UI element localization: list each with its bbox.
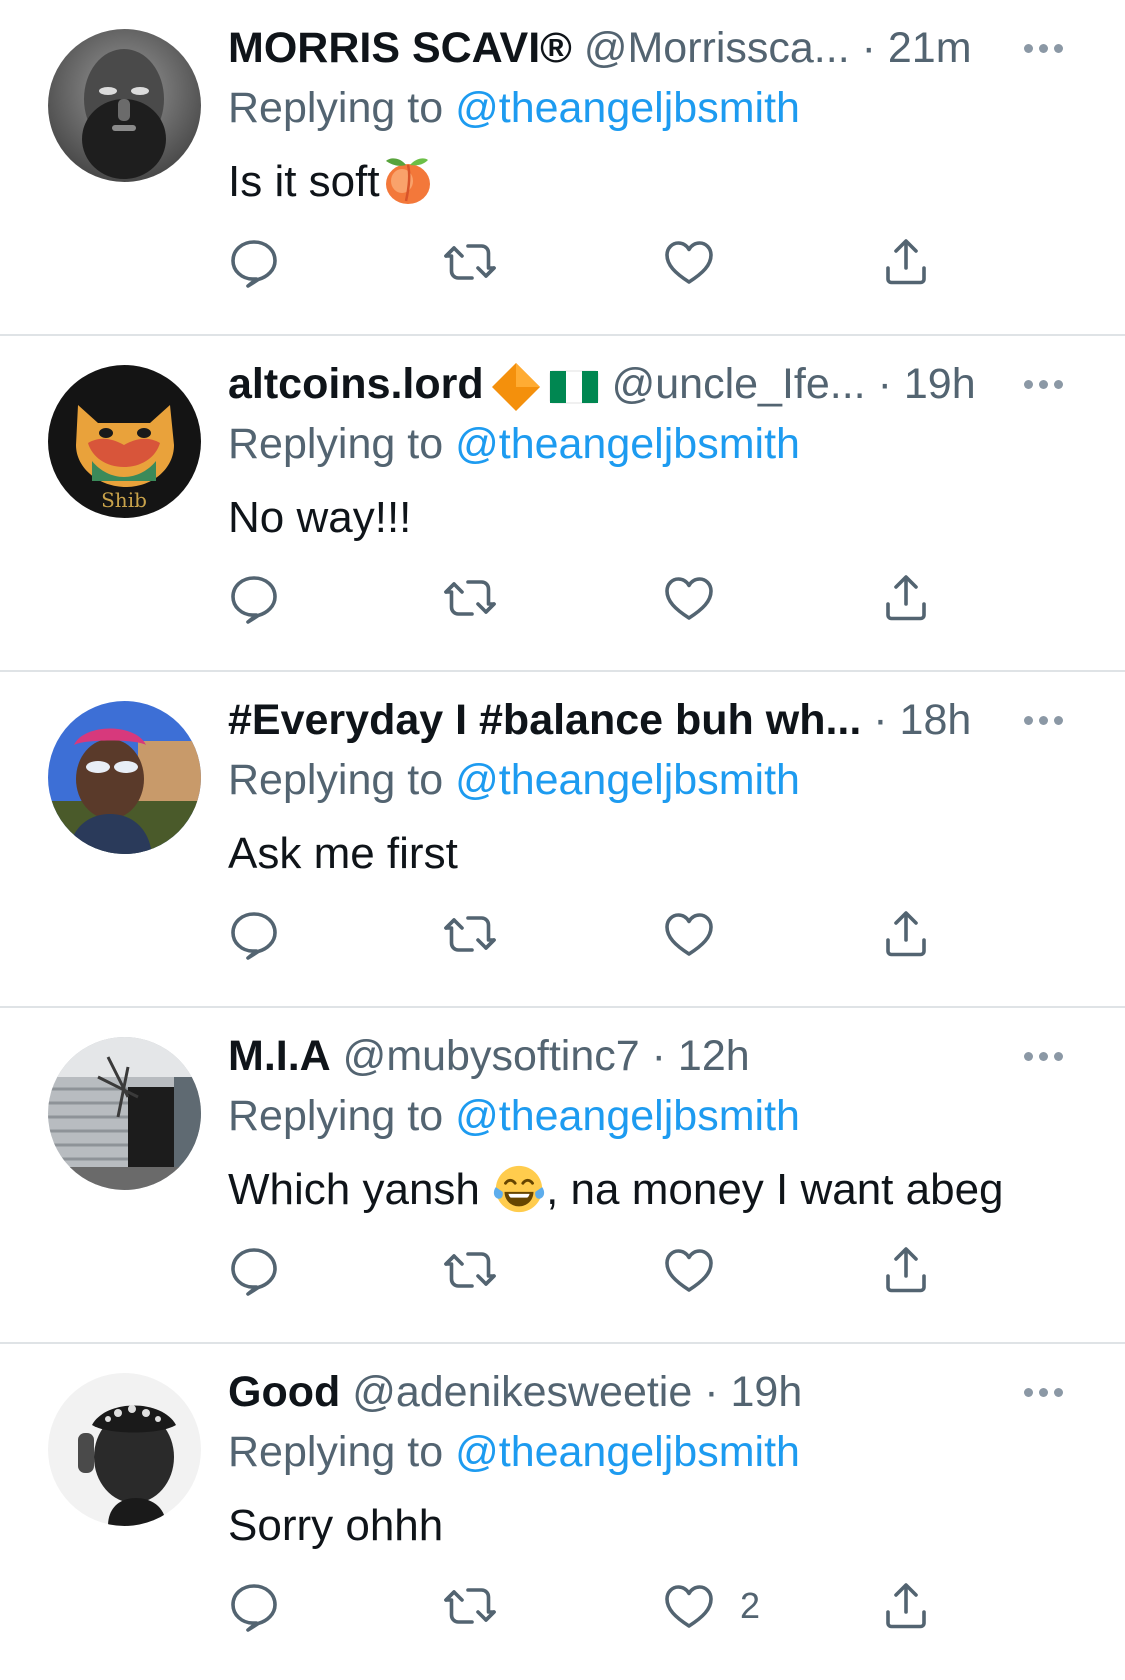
timestamp[interactable]: 19h xyxy=(904,360,976,408)
tweet-text: Is it soft xyxy=(228,151,436,213)
share-icon[interactable] xyxy=(876,568,936,628)
peach-emoji-icon xyxy=(380,151,436,207)
tweet-text: Which yansh , na money I want abeg xyxy=(228,1159,1004,1221)
more-icon[interactable] xyxy=(1024,708,1074,732)
avatar[interactable] xyxy=(48,1037,201,1190)
tweet-text-content: Ask me first xyxy=(228,829,458,878)
user-handle[interactable]: @mubysoftinc7 xyxy=(343,1032,640,1080)
like-icon[interactable] xyxy=(659,232,719,292)
retweet-icon[interactable] xyxy=(440,232,500,292)
user-handle[interactable]: @uncle_Ife... xyxy=(612,360,866,408)
like-count: 2 xyxy=(740,1585,761,1626)
retweet-icon[interactable] xyxy=(440,1576,500,1636)
retweet-icon[interactable] xyxy=(440,1240,500,1300)
mention-link[interactable]: @theangeljbsmith xyxy=(455,1092,800,1140)
separator-dot: · xyxy=(873,696,888,744)
tweet-header: #Everyday I #balance buh wh... · 18h xyxy=(228,690,1008,750)
share-icon[interactable] xyxy=(876,1576,936,1636)
replying-to-label: Replying to xyxy=(228,84,444,132)
tweet-item[interactable]: Shib altcoins.lord @uncle_Ife... · 19h R… xyxy=(0,336,1125,672)
more-icon[interactable] xyxy=(1024,1380,1074,1404)
action-bar xyxy=(0,232,1125,292)
tweet-item[interactable]: #Everyday I #balance buh wh... · 18h Rep… xyxy=(0,672,1125,1008)
orange-diamond-icon xyxy=(491,362,540,411)
mention-link[interactable]: @theangeljbsmith xyxy=(455,756,800,804)
display-name[interactable]: M.I.A xyxy=(228,1032,331,1080)
replies-feed: MORRIS SCAVI® @Morrissca... · 21m Replyi… xyxy=(0,0,1125,1664)
avatar[interactable] xyxy=(48,701,201,854)
timestamp[interactable]: 19h xyxy=(731,1368,803,1416)
replying-to: Replying to @theangeljbsmith xyxy=(228,1086,800,1146)
more-icon[interactable] xyxy=(1024,36,1074,60)
display-name[interactable]: Good xyxy=(228,1368,340,1416)
share-icon[interactable] xyxy=(876,1240,936,1300)
avatar[interactable]: Shib xyxy=(48,365,201,518)
tweet-item[interactable]: M.I.A @mubysoftinc7 · 12h Replying to @t… xyxy=(0,1008,1125,1344)
tweet-header: MORRIS SCAVI® @Morrissca... · 21m xyxy=(228,18,1008,78)
tweet-text-content: Is it soft xyxy=(228,157,380,206)
mention-link[interactable]: @theangeljbsmith xyxy=(455,420,800,468)
avatar[interactable] xyxy=(48,1373,201,1526)
tweet-text-content: Sorry ohhh xyxy=(228,1501,444,1550)
like-icon[interactable] xyxy=(659,1576,719,1636)
tweet-header: Good @adenikesweetie · 19h xyxy=(228,1362,1008,1422)
separator-dot: · xyxy=(861,24,876,72)
mention-link[interactable]: @theangeljbsmith xyxy=(455,1428,800,1476)
share-icon[interactable] xyxy=(876,232,936,292)
like-icon[interactable] xyxy=(659,568,719,628)
display-name[interactable]: #Everyday I #balance buh wh... xyxy=(228,696,861,744)
separator-dot: · xyxy=(651,1032,666,1080)
laughing-emoji-icon xyxy=(492,1162,546,1216)
replying-to: Replying to @theangeljbsmith xyxy=(228,78,800,138)
retweet-icon[interactable] xyxy=(440,568,500,628)
tweet-text-before: Which yansh xyxy=(228,1165,493,1214)
avatar[interactable] xyxy=(48,29,201,182)
tweet-text: No way!!! xyxy=(228,487,411,549)
tweet-text-after: , na money I want abeg xyxy=(546,1165,1004,1214)
tweet-header: M.I.A @mubysoftinc7 · 12h xyxy=(228,1026,1008,1086)
like-icon[interactable] xyxy=(659,1240,719,1300)
display-name[interactable]: altcoins.lord xyxy=(228,360,484,408)
nigeria-flag-icon xyxy=(549,370,599,404)
timestamp[interactable]: 21m xyxy=(888,24,972,72)
tweet-item[interactable]: Good @adenikesweetie · 19h Replying to @… xyxy=(0,1344,1125,1680)
tweet-text: Ask me first xyxy=(228,823,458,885)
tweet-item[interactable]: MORRIS SCAVI® @Morrissca... · 21m Replyi… xyxy=(0,0,1125,336)
timestamp[interactable]: 18h xyxy=(900,696,972,744)
replying-to: Replying to @theangeljbsmith xyxy=(228,1422,800,1482)
user-handle[interactable]: @Morrissca... xyxy=(584,24,850,72)
replying-to-label: Replying to xyxy=(228,1428,444,1476)
action-bar xyxy=(0,568,1125,628)
replying-to: Replying to @theangeljbsmith xyxy=(228,750,800,810)
replying-to: Replying to @theangeljbsmith xyxy=(228,414,800,474)
separator-dot: · xyxy=(704,1368,719,1416)
user-handle[interactable]: @adenikesweetie xyxy=(352,1368,692,1416)
like-icon[interactable] xyxy=(659,904,719,964)
tweet-text-content: No way!!! xyxy=(228,493,412,542)
mention-link[interactable]: @theangeljbsmith xyxy=(455,84,800,132)
reply-icon[interactable] xyxy=(224,904,284,964)
action-bar xyxy=(0,1240,1125,1300)
replying-to-label: Replying to xyxy=(228,420,444,468)
separator-dot: · xyxy=(877,360,892,408)
action-bar xyxy=(0,904,1125,964)
more-icon[interactable] xyxy=(1024,372,1074,396)
replying-to-label: Replying to xyxy=(228,1092,444,1140)
replying-to-label: Replying to xyxy=(228,756,444,804)
tweet-text: Sorry ohhh xyxy=(228,1495,443,1557)
display-name[interactable]: MORRIS SCAVI® xyxy=(228,24,572,72)
reply-icon[interactable] xyxy=(224,568,284,628)
reply-icon[interactable] xyxy=(224,1576,284,1636)
avatar-logo-text: Shib xyxy=(101,488,147,512)
more-icon[interactable] xyxy=(1024,1044,1074,1068)
tweet-header: altcoins.lord @uncle_Ife... · 19h xyxy=(228,354,1008,414)
share-icon[interactable] xyxy=(876,904,936,964)
timestamp[interactable]: 12h xyxy=(678,1032,750,1080)
retweet-icon[interactable] xyxy=(440,904,500,964)
reply-icon[interactable] xyxy=(224,1240,284,1300)
action-bar: 2 xyxy=(0,1576,1125,1636)
reply-icon[interactable] xyxy=(224,232,284,292)
